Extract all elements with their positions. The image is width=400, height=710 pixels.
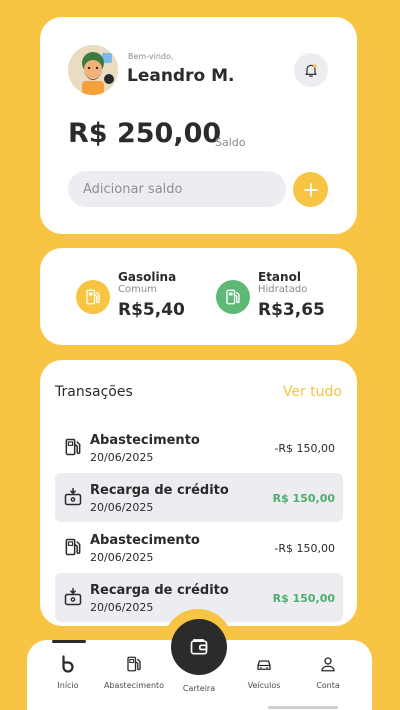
plus-icon bbox=[303, 182, 318, 197]
transaction-amount: -R$ 150,00 bbox=[274, 542, 335, 555]
fuel-pump-icon bbox=[65, 538, 81, 556]
transaction-amount: -R$ 150,00 bbox=[274, 442, 335, 455]
user-icon bbox=[321, 657, 335, 672]
avatar[interactable] bbox=[68, 45, 118, 95]
fuel-price: R$3,65 bbox=[258, 300, 325, 320]
fuel-pump-icon bbox=[216, 280, 250, 314]
balance-label: Saldo bbox=[215, 136, 246, 149]
nav-item-veiculos[interactable]: Veículos bbox=[229, 655, 299, 690]
transaction-name: Abastecimento bbox=[90, 433, 200, 448]
fuel-name: Gasolina bbox=[118, 270, 177, 284]
nav-label: Conta bbox=[316, 681, 340, 690]
avatar-illustration bbox=[68, 45, 118, 95]
balance-amount: R$ 250,00 bbox=[68, 118, 222, 149]
transaction-name: Recarga de crédito bbox=[90, 483, 229, 498]
wallet-button[interactable] bbox=[171, 619, 227, 675]
fuel-pump-icon bbox=[127, 656, 141, 672]
home-indicator bbox=[268, 706, 338, 709]
nav-label: Início bbox=[57, 681, 79, 690]
nav-label: Abastecimento bbox=[103, 681, 165, 690]
username: Leandro M. bbox=[127, 66, 235, 86]
nav-item-inicio[interactable]: Início bbox=[33, 655, 103, 690]
transaction-date: 20/06/2025 bbox=[90, 601, 154, 614]
transaction-amount: R$ 150,00 bbox=[272, 592, 335, 605]
transaction-row[interactable]: Recarga de crédito 20/06/2025 R$ 150,00 bbox=[55, 473, 343, 522]
fuel-name: Etanol bbox=[258, 270, 301, 284]
car-icon bbox=[257, 660, 271, 670]
notifications-button[interactable] bbox=[294, 53, 328, 87]
fuel-type: Comum bbox=[118, 284, 157, 295]
transaction-name: Abastecimento bbox=[90, 533, 200, 548]
fuel-type: Hidratado bbox=[258, 284, 308, 295]
wallet-icon bbox=[190, 639, 208, 655]
deposit-icon bbox=[64, 587, 82, 606]
nav-label: Carteira bbox=[182, 684, 216, 693]
nav-item-carteira[interactable]: Carteira bbox=[164, 676, 234, 693]
transaction-date: 20/06/2025 bbox=[90, 551, 154, 564]
transaction-row[interactable]: Abastecimento 20/06/2025 -R$ 150,00 bbox=[55, 523, 343, 572]
welcome-text: Bem-vindo, bbox=[128, 52, 174, 61]
home-logo-icon bbox=[62, 655, 74, 673]
nav-item-conta[interactable]: Conta bbox=[293, 655, 363, 690]
transaction-name: Recarga de crédito bbox=[90, 583, 229, 598]
transactions-title: Transações bbox=[55, 384, 133, 400]
transaction-row[interactable]: Abastecimento 20/06/2025 -R$ 150,00 bbox=[55, 423, 343, 472]
active-indicator bbox=[52, 640, 86, 643]
bell-icon bbox=[305, 64, 317, 77]
deposit-icon bbox=[64, 487, 82, 506]
transactions-card: Transações Ver tudo Abastecimento 20/06/… bbox=[40, 360, 357, 626]
transaction-amount: R$ 150,00 bbox=[272, 492, 335, 505]
nav-label: Veículos bbox=[247, 681, 281, 690]
transaction-date: 20/06/2025 bbox=[90, 501, 154, 514]
transaction-date: 20/06/2025 bbox=[90, 451, 154, 464]
see-all-link[interactable]: Ver tudo bbox=[283, 384, 342, 400]
fuel-pump-icon bbox=[76, 280, 110, 314]
add-balance-input[interactable] bbox=[68, 171, 286, 207]
welcome-card: Bem-vindo, Leandro M. R$ 250,00 Saldo bbox=[40, 17, 357, 234]
nav-item-abastecimento[interactable]: Abastecimento bbox=[99, 655, 169, 690]
fuel-pump-icon bbox=[65, 438, 81, 456]
add-balance-button[interactable] bbox=[293, 172, 328, 207]
fuel-prices-card: Gasolina Comum R$5,40 Etanol Hidratado R… bbox=[40, 248, 357, 345]
fuel-price: R$5,40 bbox=[118, 300, 185, 320]
